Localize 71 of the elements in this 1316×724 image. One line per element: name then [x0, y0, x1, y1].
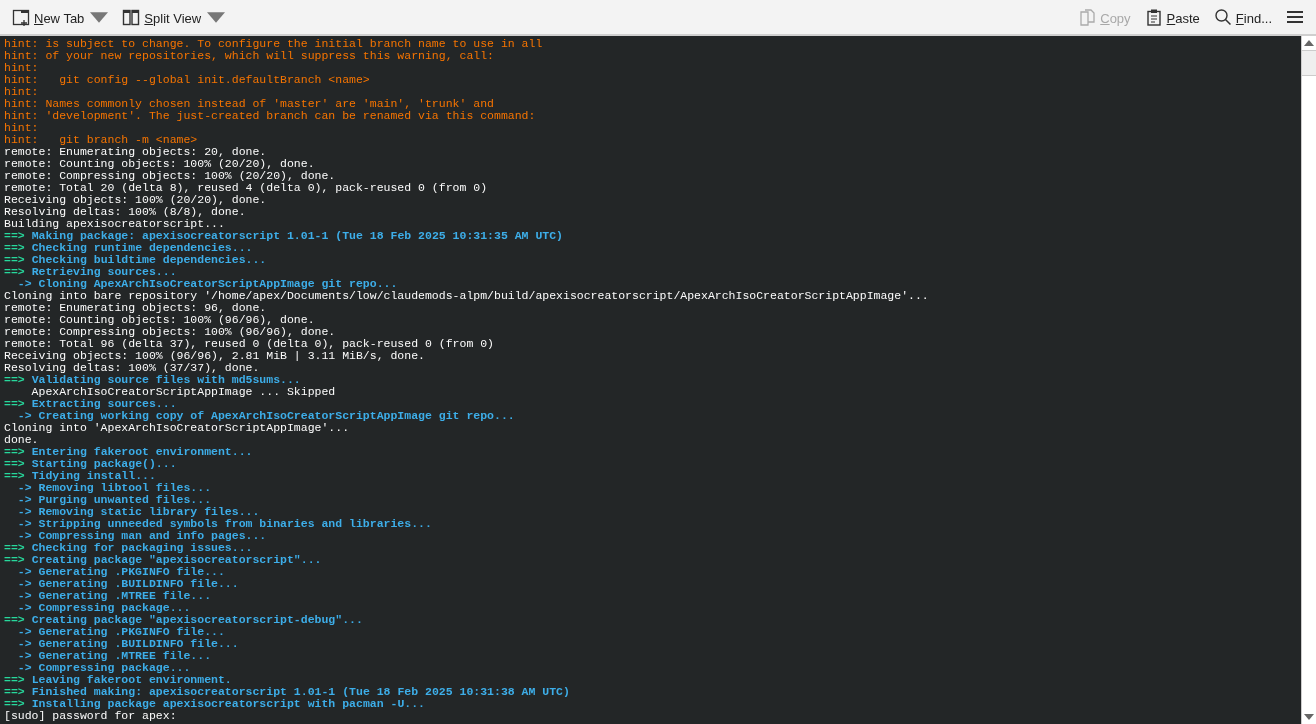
- terminal-line: -> Generating .BUILDINFO file...: [16, 578, 239, 590]
- terminal-line: -> Generating .MTREE file...: [16, 590, 212, 602]
- terminal-line: -> Generating .BUILDINFO file...: [16, 638, 239, 650]
- terminal-line: ==> Tidying install...: [4, 470, 156, 482]
- terminal-line: -> Stripping unneeded symbols from binaries and libraries...: [16, 518, 432, 530]
- terminal-line: ==> Making package: apexisocreatorscript 1.01-1 (Tue 18 Feb 2025 10:31:35 AM UTC): [4, 230, 563, 242]
- terminal-line: Cloning into bare repository '/home/apex/Documents/low/claudemods-alpm/build/apexisocreatorscript/ApexArchIsoCreatorScriptAppImage'...: [4, 290, 929, 302]
- terminal-line: hint: Names commonly chosen instead of 'master' are 'main', 'trunk' and: [4, 98, 494, 110]
- terminal-line: ==> Checking buildtime dependencies...: [4, 254, 267, 266]
- terminal-line: ==> Leaving fakeroot environment.: [4, 674, 232, 686]
- find-icon: [1213, 7, 1232, 27]
- terminal-line: hint:: [4, 122, 39, 134]
- terminal-line: -> Generating .PKGINFO file...: [16, 566, 225, 578]
- terminal-line: hint:: [4, 62, 39, 74]
- terminal-line: Building apexisocreatorscript...: [4, 218, 225, 230]
- terminal-line: ==> Retrieving sources...: [4, 266, 177, 278]
- terminal-line: remote: Counting objects: 100% (96/96), done.: [4, 314, 315, 326]
- terminal-line: ==> Creating package "apexisocreatorscript-debug"...: [4, 614, 363, 626]
- terminal-line: -> Compressing package...: [16, 602, 191, 614]
- terminal-line: -> Purging unwanted files...: [16, 494, 212, 506]
- terminal-line: -> Compressing man and info pages...: [16, 530, 267, 542]
- terminal-line: ==> Extracting sources...: [4, 398, 177, 410]
- scrollbar-thumb[interactable]: [1302, 50, 1316, 76]
- terminal-line: ==> Validating source files with md5sums...: [4, 374, 301, 386]
- terminal-line: hint: git config --global init.defaultBranch <name>: [4, 74, 370, 86]
- terminal-line: Resolving deltas: 100% (8/8), done.: [4, 206, 246, 218]
- newtab-button[interactable]: New Tab: [8, 3, 113, 31]
- terminal-line: ==> Finished making: apexisocreatorscript 1.01-1 (Tue 18 Feb 2025 10:31:38 AM UTC): [4, 686, 570, 698]
- terminal-line: hint: is subject to change. To configure the initial branch name to use in all: [4, 38, 543, 50]
- terminal-line: hint: of your new repositories, which will suppress this warning, call:: [4, 50, 494, 62]
- newtab-icon: [12, 7, 30, 27]
- scroll-down-icon[interactable]: [1304, 714, 1314, 720]
- terminal-line: Resolving deltas: 100% (37/37), done.: [4, 362, 260, 374]
- terminal-line: ==> Checking runtime dependencies...: [4, 242, 253, 254]
- terminal-line: -> Cloning ApexArchIsoCreatorScriptAppImage git repo...: [16, 278, 398, 290]
- scroll-up-icon[interactable]: [1304, 40, 1314, 46]
- terminal-line: -> Generating .PKGINFO file...: [16, 626, 225, 638]
- terminal-line: -> Generating .MTREE file...: [16, 650, 212, 662]
- split-icon: [122, 7, 141, 27]
- scrollbar[interactable]: [1301, 36, 1316, 724]
- terminal-line: remote: Enumerating objects: 20, done.: [4, 146, 267, 158]
- terminal-line: hint: git branch -m <name>: [4, 134, 198, 146]
- terminal-line: Receiving objects: 100% (96/96), 2.81 MiB | 3.11 MiB/s, done.: [4, 350, 425, 362]
- terminal-line: -> Creating working copy of ApexArchIsoCreatorScriptAppImage git repo...: [16, 410, 515, 422]
- terminal-line: ==> Checking for packaging issues...: [4, 542, 253, 554]
- copy-icon: [1078, 7, 1097, 27]
- terminal-line: ==> Creating package "apexisocreatorscript"...: [4, 554, 322, 566]
- find-button[interactable]: Find...: [1209, 3, 1276, 31]
- terminal-line: -> Removing static library files...: [16, 506, 260, 518]
- terminal-line: Cloning into 'ApexArchIsoCreatorScriptAppImage'...: [4, 422, 350, 434]
- terminal-line: Receiving objects: 100% (20/20), done.: [4, 194, 267, 206]
- terminal-line: -> Compressing package...: [16, 662, 191, 674]
- terminal-line: [sudo] password for apex:: [4, 710, 177, 722]
- terminal-line: hint:: [4, 86, 39, 98]
- terminal-line: done.: [4, 434, 39, 446]
- paste-icon: [1144, 7, 1163, 27]
- terminal-line: ==> Installing package apexisocreatorscript with pacman -U...: [4, 698, 425, 710]
- terminal-line: -> Removing libtool files...: [16, 482, 212, 494]
- terminal-line: ==> Starting package()...: [4, 458, 177, 470]
- terminal-line: remote: Compressing objects: 100% (96/96), done.: [4, 326, 336, 338]
- terminal-line: remote: Total 20 (delta 8), reused 4 (delta 0), pack-reused 0 (from 0): [4, 182, 488, 194]
- terminal-line: ApexArchIsoCreatorScriptAppImage ... Skipped: [30, 386, 336, 398]
- terminal-line: hint: 'development'. The just-created branch can be renamed via this command:: [4, 110, 536, 122]
- menu-icon: [1286, 9, 1304, 25]
- terminal-line: remote: Total 96 (delta 37), reused 0 (delta 0), pack-reused 0 (from 0): [4, 338, 494, 350]
- terminal-line: remote: Enumerating objects: 96, done.: [4, 302, 267, 314]
- split-button[interactable]: Split View: [118, 3, 230, 31]
- paste-button[interactable]: Paste: [1140, 3, 1204, 31]
- terminal-line: remote: Counting objects: 100% (20/20), done.: [4, 158, 315, 170]
- terminal-line: remote: Compressing objects: 100% (20/20), done.: [4, 170, 336, 182]
- terminal-line: ==> Entering fakeroot environment...: [4, 446, 253, 458]
